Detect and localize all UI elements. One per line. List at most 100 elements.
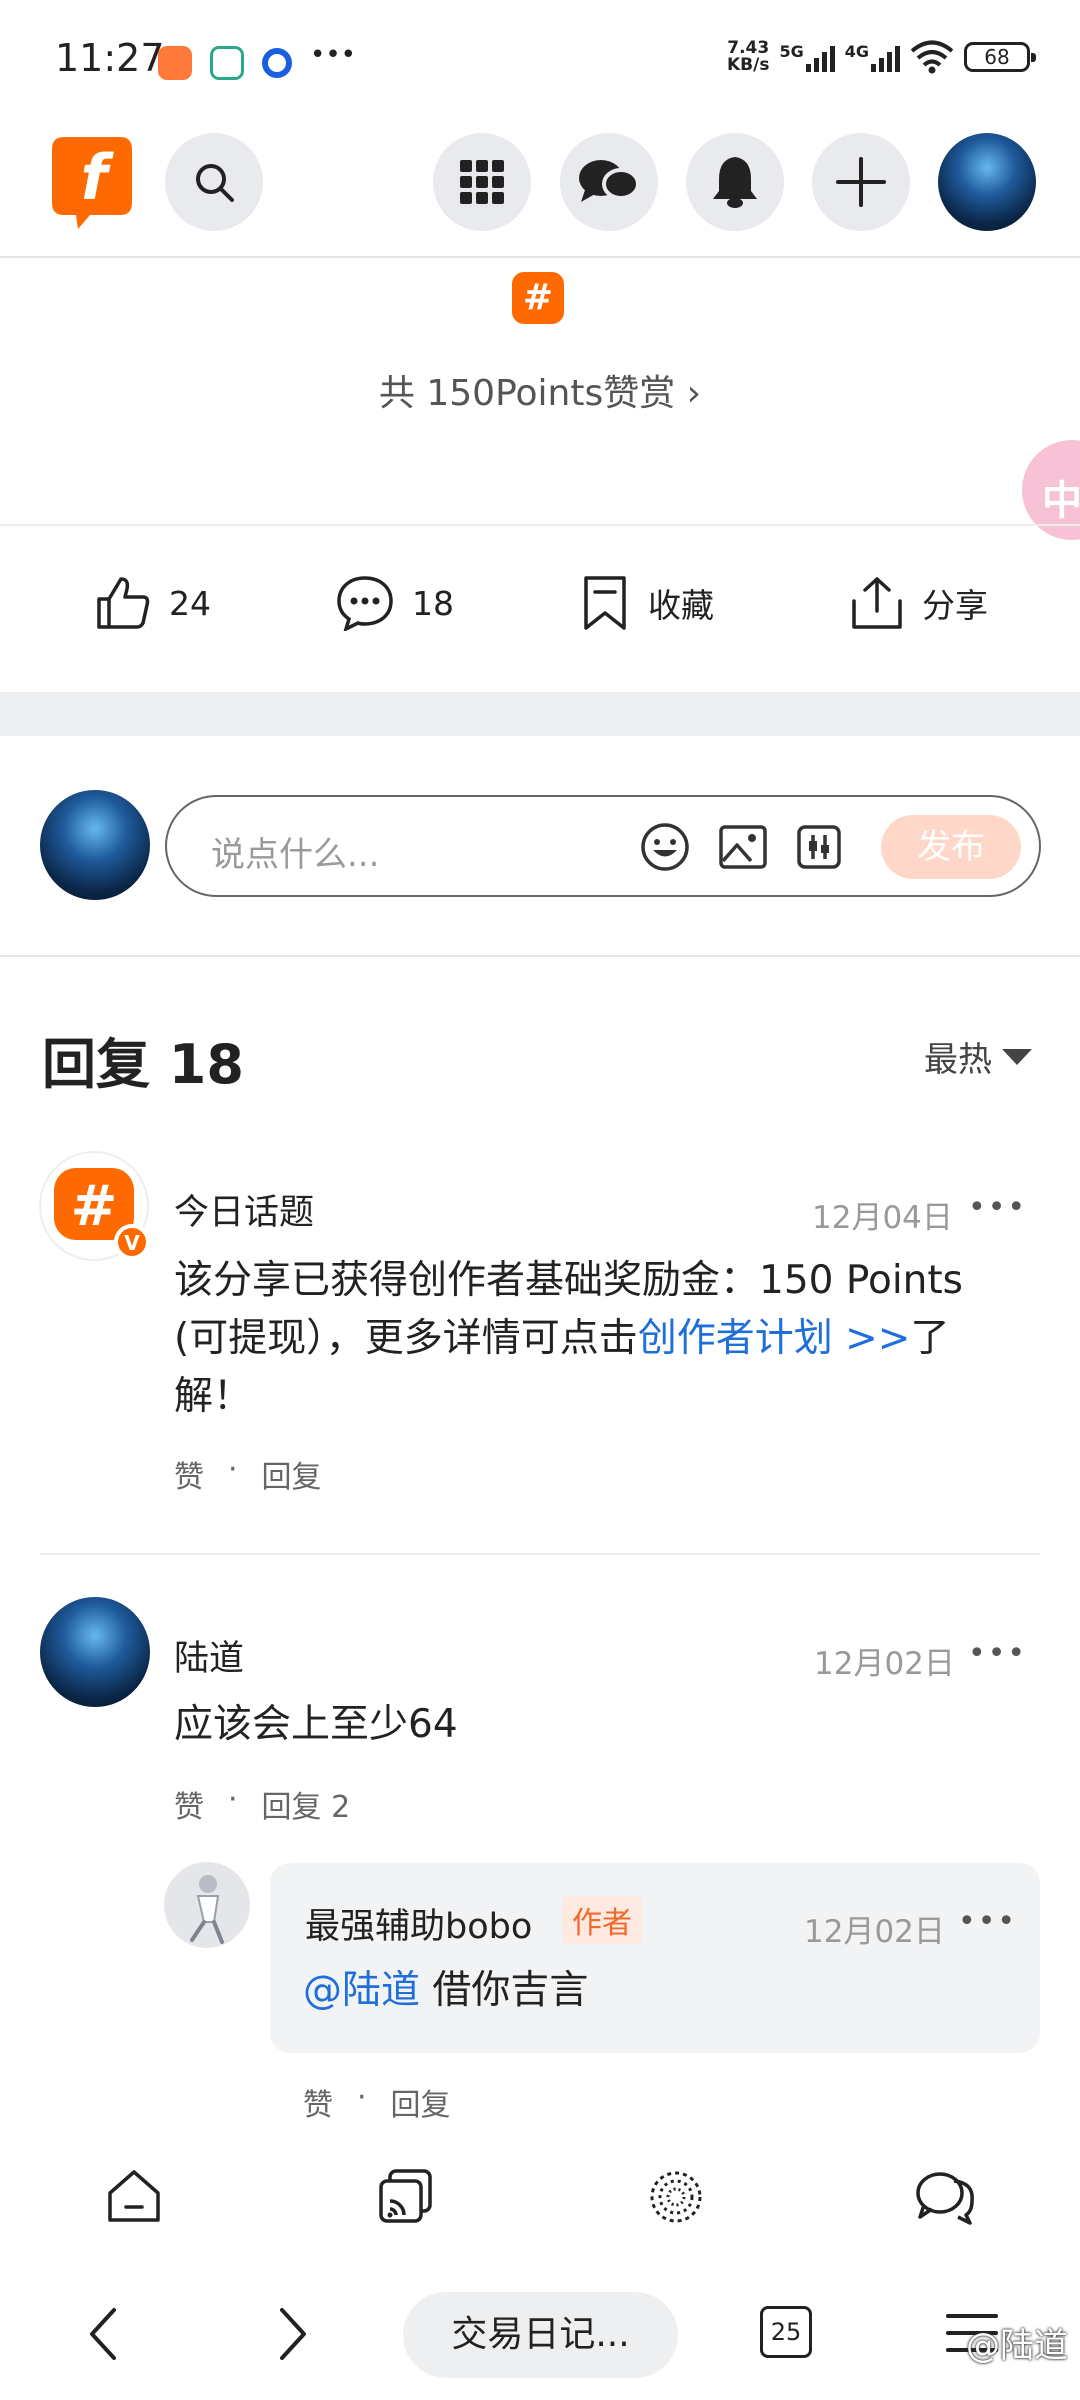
comment-avatar[interactable]: # V — [38, 1150, 154, 1266]
separator-dot: · — [228, 1782, 238, 1817]
creator-plan-link[interactable]: 创作者计划 >> — [638, 1316, 911, 1361]
page-title-pill[interactable]: 交易日记... — [403, 2292, 678, 2378]
shopping-app-icon — [158, 46, 192, 80]
my-avatar — [40, 790, 150, 900]
apps-button[interactable] — [433, 133, 531, 231]
search-icon — [196, 164, 234, 202]
comment-text: 了 — [910, 1316, 950, 1361]
chart-insert-icon[interactable] — [793, 821, 845, 873]
mention-link[interactable]: @陆道 — [303, 1968, 420, 2013]
replies-title: 回复 18 — [42, 1033, 244, 1096]
comment-date: 12月02日 — [814, 1646, 955, 1682]
reply-author[interactable]: 最强辅助bobo — [305, 1898, 532, 1949]
reply-count-link[interactable]: 回复 2 — [262, 1782, 351, 1826]
share-button[interactable]: 分享 — [850, 575, 988, 631]
person-avatar-icon — [190, 1875, 224, 1944]
bottom-nav — [0, 2155, 1080, 2265]
more-notifications-icon: ••• — [310, 40, 357, 70]
sort-dropdown[interactable]: 最热 — [924, 1032, 1032, 1081]
reward-tag-icon: # — [512, 272, 564, 324]
like-button[interactable]: 24 — [95, 575, 211, 631]
like-link[interactable]: 赞 — [174, 1782, 204, 1826]
comment-author[interactable]: 陆道 — [174, 1630, 244, 1681]
watermark: @陆道 — [966, 2326, 1068, 2366]
circle-app-icon — [262, 48, 292, 78]
comment-count: 18 — [412, 583, 454, 623]
topic-avatar-icon: # V — [39, 1151, 150, 1261]
emoji-icon[interactable] — [639, 821, 691, 873]
wifi-icon — [910, 40, 954, 74]
status-time: 11:27 — [55, 36, 165, 80]
sub-reply-card[interactable] — [270, 1863, 1040, 2053]
sort-label: 最热 — [924, 1040, 992, 1080]
like-link[interactable]: 赞 — [303, 2080, 333, 2124]
comment-body: 应该会上至少64 — [174, 1702, 458, 1747]
utility-app-icon — [210, 46, 244, 80]
svg-text:V: V — [124, 1231, 140, 1255]
forward-icon[interactable] — [272, 2304, 312, 2364]
plus-icon — [836, 157, 886, 207]
app-header: f — [0, 125, 1080, 258]
app-logo-icon[interactable]: f — [50, 133, 134, 231]
signal-4g-icon: 4G — [845, 42, 900, 72]
like-count: 24 — [169, 583, 211, 623]
comment-date: 12月04日 — [812, 1200, 953, 1236]
reply-body: @陆道 借你吉言 — [303, 1962, 588, 2020]
comment-input[interactable]: 说点什么... 发布 — [165, 795, 1041, 897]
reward-summary-link[interactable]: 共 150Points赞赏 › — [0, 364, 1080, 416]
more-options-icon[interactable]: ••• — [958, 1904, 1017, 1939]
comment-line: 该分享已获得创作者基础奖励金：150 Points — [174, 1258, 963, 1303]
browser-toolbar: 交易日记... 25 @陆道 — [0, 2270, 1080, 2400]
reply-link[interactable]: 回复 — [262, 1452, 322, 1496]
image-icon[interactable] — [717, 821, 769, 873]
speed-unit: KB/s — [727, 55, 770, 75]
apps-grid-icon — [460, 160, 504, 204]
bookmark-icon — [584, 576, 626, 630]
comment-line: 解！ — [174, 1374, 253, 1419]
live-feed-icon[interactable] — [376, 2167, 436, 2227]
create-post-button[interactable] — [812, 133, 910, 231]
reply-avatar[interactable] — [164, 1862, 250, 1948]
comment-line: (可提现），更多详情可点击创作者计划 >>了 — [174, 1310, 1014, 1368]
reply-actions: 赞 · 回复 — [303, 2080, 451, 2124]
messages-button[interactable] — [560, 133, 658, 231]
reply-text: 借你吉言 — [420, 1968, 589, 2013]
author-badge: 作者 — [562, 1896, 642, 1944]
divider — [40, 1553, 1040, 1555]
reply-link[interactable]: 回复 — [391, 2080, 451, 2124]
reply-date: 12月02日 — [804, 1914, 945, 1950]
status-right: 7.43 KB/s 5G 4G 68 — [727, 40, 1036, 75]
search-button[interactable] — [165, 133, 263, 231]
sim2-label: 4G — [844, 42, 869, 61]
comment-text: (可提现），更多详情可点击 — [174, 1316, 638, 1361]
section-separator — [0, 692, 1080, 736]
comment-author[interactable]: 今日话题 — [174, 1184, 314, 1235]
like-link[interactable]: 赞 — [174, 1452, 204, 1496]
back-icon[interactable] — [84, 2304, 124, 2364]
publish-button[interactable]: 发布 — [881, 815, 1021, 879]
comment-avatar[interactable] — [40, 1597, 150, 1707]
home-icon[interactable] — [104, 2167, 164, 2227]
profile-avatar[interactable] — [938, 133, 1036, 231]
tabs-button[interactable]: 25 — [760, 2306, 812, 2358]
signal-5g-icon: 5G — [779, 42, 835, 72]
thumbs-up-icon — [97, 577, 150, 629]
sim1-label: 5G — [779, 42, 804, 61]
favorite-label: 收藏 — [648, 586, 714, 625]
more-options-icon[interactable]: ••• — [968, 1190, 1027, 1225]
divider — [0, 955, 1080, 957]
separator-dot: · — [228, 1452, 238, 1487]
more-options-icon[interactable]: ••• — [968, 1636, 1027, 1671]
comment-placeholder: 说点什么... — [211, 835, 380, 875]
comment-button[interactable]: 18 — [336, 575, 454, 631]
svg-text:#: # — [71, 1174, 118, 1239]
notifications-button[interactable] — [686, 133, 784, 231]
discover-icon[interactable] — [646, 2167, 706, 2227]
bell-icon — [713, 157, 757, 208]
comment-body: 该分享已获得创作者基础奖励金：150 Points (可提现），更多详情可点击创… — [174, 1252, 1014, 1426]
favorite-button[interactable]: 收藏 — [580, 575, 714, 631]
comment-actions: 赞 · 回复 2 — [174, 1782, 350, 1826]
separator-dot: · — [357, 2080, 367, 2115]
community-chat-icon[interactable] — [914, 2167, 978, 2227]
comment-icon — [337, 576, 393, 631]
